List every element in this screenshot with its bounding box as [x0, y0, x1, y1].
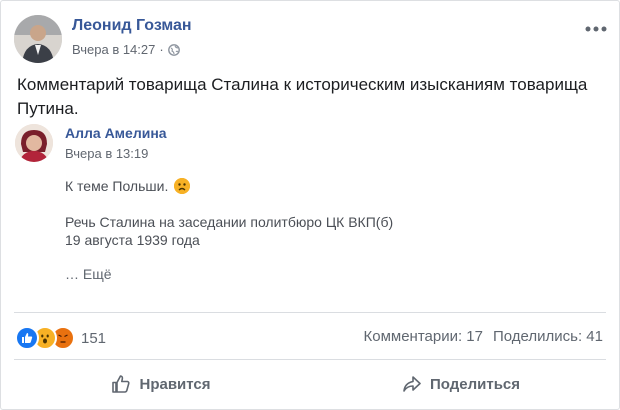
thumbs-up-icon: [112, 375, 131, 393]
like-button-label: Нравится: [139, 375, 211, 393]
shared-text-speech: Речь Сталина на заседании политбюро ЦК В…: [65, 214, 394, 230]
engagement-stats: Комментарии: 17 Поделились: 41: [364, 328, 604, 345]
share-button-label: Поделиться: [429, 375, 521, 393]
shares-count-link[interactable]: Поделились: 41: [493, 328, 603, 345]
person-photo-icon: [15, 124, 53, 162]
see-more-link[interactable]: … Ещё: [65, 265, 112, 284]
shared-text-line: К теме Польши.: [65, 177, 191, 196]
like-button[interactable]: Нравится: [11, 367, 311, 401]
author-name[interactable]: Леонид Гозман: [72, 17, 192, 35]
share-arrow-icon: [403, 376, 421, 392]
more-options-icon[interactable]: [585, 13, 607, 39]
divider: [14, 312, 606, 313]
shared-post-time[interactable]: Вчера в 13:19: [65, 146, 148, 161]
shared-author-name[interactable]: Алла Амелина: [65, 125, 167, 141]
shared-text-date: 19 августа 1939 года: [65, 232, 200, 248]
share-button[interactable]: Поделиться: [311, 367, 611, 401]
sad-face-icon: [174, 178, 191, 194]
reaction-count: 151: [81, 329, 107, 347]
post-meta: Вчера в 14:27 ·: [72, 42, 180, 57]
dot-separator: ·: [159, 42, 164, 57]
post-card: Леонид Гозман Вчера в 14:27 · Комментари…: [0, 0, 620, 410]
post-time[interactable]: Вчера в 14:27: [72, 42, 155, 57]
comments-count-link[interactable]: Комментарии: 17: [364, 328, 484, 345]
shared-author-avatar[interactable]: [15, 124, 53, 162]
globe-icon[interactable]: [167, 43, 180, 56]
person-photo-icon: [14, 15, 62, 63]
divider: [14, 359, 606, 360]
post-text: Комментарий товарища Сталина к историчес…: [17, 75, 588, 118]
shared-text-topic: К теме Польши.: [65, 178, 169, 194]
reactions-summary[interactable]: 151: [15, 326, 106, 350]
like-icon: [15, 326, 39, 350]
action-bar: Нравится Поделиться: [1, 367, 620, 401]
author-avatar[interactable]: [14, 15, 62, 63]
